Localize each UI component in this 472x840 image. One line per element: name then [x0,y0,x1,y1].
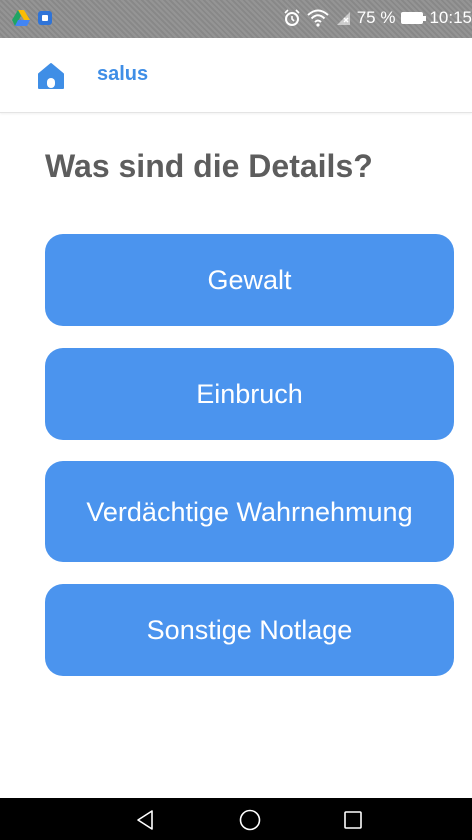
alarm-icon [284,9,300,26]
status-bar: 75 % 10:15 [0,0,472,38]
home-circle-icon[interactable] [238,808,262,832]
drive-icon [12,10,30,26]
app-name: salus [97,63,149,85]
option-button-einbruch[interactable]: Einbruch [45,348,454,440]
status-bar-right: 75 % 10:15 [283,8,472,28]
home-icon[interactable] [37,62,65,90]
battery-percent: 75 % [356,8,396,27]
clock: 10:15 [429,8,472,27]
status-bar-left [12,10,52,26]
battery-icon [401,12,427,24]
navigation-bar [0,798,472,840]
back-icon[interactable] [134,808,158,832]
recents-icon[interactable] [341,808,365,832]
no-signal-icon [336,12,350,25]
page-title: Was sind die Details? [45,148,373,184]
option-button-gewalt[interactable]: Gewalt [45,234,454,326]
option-button-verdaechtige-wahrnehmung[interactable]: Verdächtige Wahrnehmung [45,461,454,562]
option-button-sonstige-notlage[interactable]: Sonstige Notlage [45,584,454,676]
notification-icon [38,11,52,25]
app-header: salus [0,38,472,113]
wifi-icon [307,9,329,27]
